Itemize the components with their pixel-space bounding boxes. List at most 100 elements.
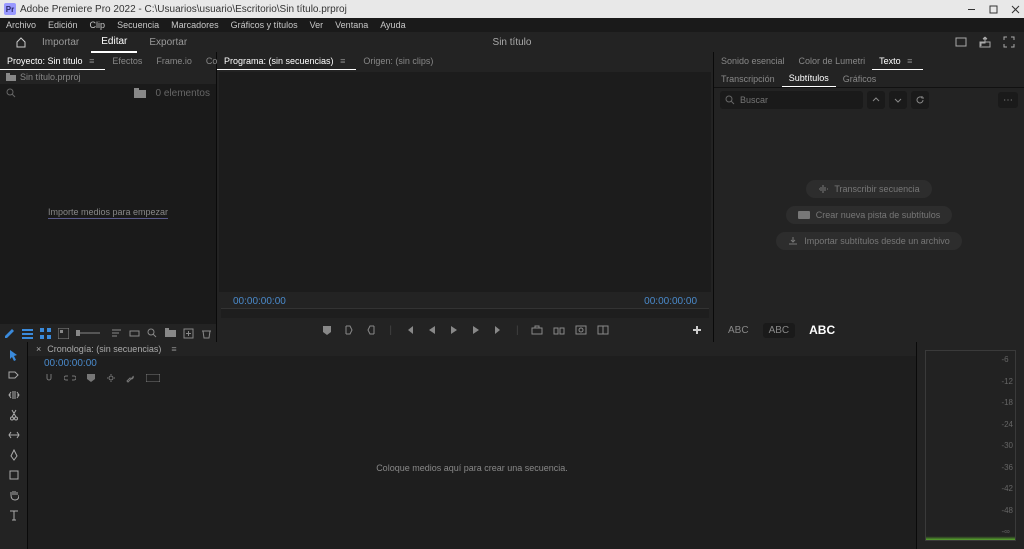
export-frame-icon[interactable] <box>575 324 587 336</box>
trash-icon[interactable] <box>201 328 212 339</box>
button-editor-icon[interactable] <box>691 324 703 336</box>
freeform-view-icon[interactable] <box>58 328 69 339</box>
hand-tool-icon[interactable] <box>7 488 21 502</box>
program-panel: Programa: (sin secuencias) ≡ Origen: (si… <box>217 52 714 342</box>
close-button[interactable] <box>1010 4 1020 14</box>
minimize-button[interactable] <box>966 4 976 14</box>
tab-origen[interactable]: Origen: (sin clips) <box>356 53 440 69</box>
pen-icon[interactable] <box>4 328 15 339</box>
quick-export-icon[interactable] <box>954 35 968 49</box>
timeline-tc[interactable]: 00:00:00:00 <box>44 358 97 369</box>
audio-meter[interactable]: -6 -12 -18 -24 -30 -36 -42 -48 -∞ <box>925 350 1016 541</box>
menu-ventana[interactable]: Ventana <box>335 20 368 30</box>
wrench-icon[interactable] <box>126 373 136 383</box>
timeline-tab-menu-icon[interactable]: ≡ <box>167 344 180 354</box>
tab-programa[interactable]: Programa: (sin secuencias) ≡ <box>217 53 356 70</box>
tab-sonido[interactable]: Sonido esencial <box>714 53 792 69</box>
goto-in-icon[interactable] <box>404 324 416 336</box>
menu-ver[interactable]: Ver <box>310 20 324 30</box>
goto-out-icon[interactable] <box>492 324 504 336</box>
type-tool-icon[interactable] <box>7 508 21 522</box>
abc-big[interactable]: ABC <box>803 321 841 339</box>
step-back-icon[interactable] <box>426 324 438 336</box>
create-track-button[interactable]: Crear nueva pista de subtítulos <box>786 206 953 224</box>
automate-icon[interactable] <box>129 328 140 339</box>
ws-tab-exportar[interactable]: Exportar <box>139 33 197 52</box>
snap-icon[interactable] <box>44 373 54 383</box>
lift-icon[interactable] <box>531 324 543 336</box>
menu-graficos[interactable]: Gráficos y títulos <box>231 20 298 30</box>
new-item-icon[interactable] <box>183 328 194 339</box>
sort-icon[interactable] <box>111 328 122 339</box>
timeline-tab[interactable]: Cronología: (sin secuencias) <box>47 344 161 354</box>
tab-frameio[interactable]: Frame.io <box>149 53 199 69</box>
new-bin-icon-2[interactable] <box>165 328 176 339</box>
program-scrubber[interactable] <box>221 308 709 318</box>
tab-efectos[interactable]: Efectos <box>105 53 149 69</box>
fullscreen-icon[interactable] <box>1002 35 1016 49</box>
selection-tool-icon[interactable] <box>7 348 21 362</box>
menu-ayuda[interactable]: Ayuda <box>380 20 405 30</box>
more-options-button[interactable]: ⋯ <box>998 92 1018 108</box>
menu-bar: Archivo Edición Clip Secuencia Marcadore… <box>0 18 1024 32</box>
abc-small-2[interactable]: ABC <box>763 323 796 338</box>
find-icon[interactable] <box>147 328 158 339</box>
icon-view-icon[interactable] <box>40 328 51 339</box>
pen-tool-icon[interactable] <box>7 448 21 462</box>
timeline-close-icon[interactable]: × <box>36 344 41 354</box>
tab-menu-icon-3[interactable]: ≡ <box>903 56 916 66</box>
chevron-down-button[interactable] <box>889 91 907 109</box>
slip-tool-icon[interactable] <box>7 428 21 442</box>
new-bin-icon[interactable] <box>134 88 146 98</box>
link-icon[interactable] <box>64 374 76 382</box>
search-icon[interactable] <box>6 88 16 98</box>
project-drop-hint: Importe medios para empezar <box>48 207 168 219</box>
refresh-button[interactable] <box>911 91 929 109</box>
ws-tab-editar[interactable]: Editar <box>91 32 137 53</box>
out-point-icon[interactable] <box>365 324 377 336</box>
tab-menu-icon[interactable]: ≡ <box>85 56 98 66</box>
menu-edicion[interactable]: Edición <box>48 20 78 30</box>
subtab-subtitulos[interactable]: Subtítulos <box>782 70 836 87</box>
subtitle-search-input[interactable] <box>720 91 863 109</box>
razor-tool-icon[interactable] <box>7 408 21 422</box>
share-icon[interactable] <box>978 35 992 49</box>
subtab-transcripcion[interactable]: Transcripción <box>714 71 782 87</box>
transcribe-button[interactable]: Transcribir secuencia <box>806 180 931 198</box>
tab-proyecto[interactable]: Proyecto: Sin título ≡ <box>0 53 105 70</box>
project-drop-area[interactable]: Importe medios para empezar <box>0 102 216 324</box>
zoom-slider[interactable] <box>76 332 100 334</box>
play-icon[interactable] <box>448 324 460 336</box>
menu-archivo[interactable]: Archivo <box>6 20 36 30</box>
in-point-icon[interactable] <box>343 324 355 336</box>
step-fwd-icon[interactable] <box>470 324 482 336</box>
abc-small-1[interactable]: ABC <box>722 323 755 338</box>
rect-tool-icon[interactable] <box>7 468 21 482</box>
track-select-tool-icon[interactable] <box>7 368 21 382</box>
settings-icon[interactable] <box>106 373 116 383</box>
search-icon-2 <box>725 95 735 105</box>
cc-toggle-icon[interactable] <box>146 374 160 382</box>
menu-secuencia[interactable]: Secuencia <box>117 20 159 30</box>
maximize-button[interactable] <box>988 4 998 14</box>
wave-icon <box>818 184 828 194</box>
tab-lumetri[interactable]: Color de Lumetri <box>792 53 873 69</box>
ripple-tool-icon[interactable] <box>7 388 21 402</box>
list-view-icon[interactable] <box>22 328 33 339</box>
tab-texto[interactable]: Texto ≡ <box>872 53 923 70</box>
program-tc-left[interactable]: 00:00:00:00 <box>233 296 286 307</box>
compare-icon[interactable] <box>597 324 609 336</box>
add-marker-icon[interactable] <box>321 324 333 336</box>
subtab-graficos[interactable]: Gráficos <box>836 71 884 87</box>
home-button[interactable] <box>12 35 30 49</box>
chevron-up-button[interactable] <box>867 91 885 109</box>
marker-tool-icon[interactable] <box>86 373 96 383</box>
menu-clip[interactable]: Clip <box>90 20 106 30</box>
timeline-drop-area[interactable]: Coloque medios aquí para crear una secue… <box>28 386 916 549</box>
extract-icon[interactable] <box>553 324 565 336</box>
program-monitor[interactable] <box>219 72 711 292</box>
tab-menu-icon-2[interactable]: ≡ <box>336 56 349 66</box>
ws-tab-importar[interactable]: Importar <box>32 33 89 52</box>
import-subs-button[interactable]: Importar subtítulos desde un archivo <box>776 232 962 250</box>
menu-marcadores[interactable]: Marcadores <box>171 20 219 30</box>
